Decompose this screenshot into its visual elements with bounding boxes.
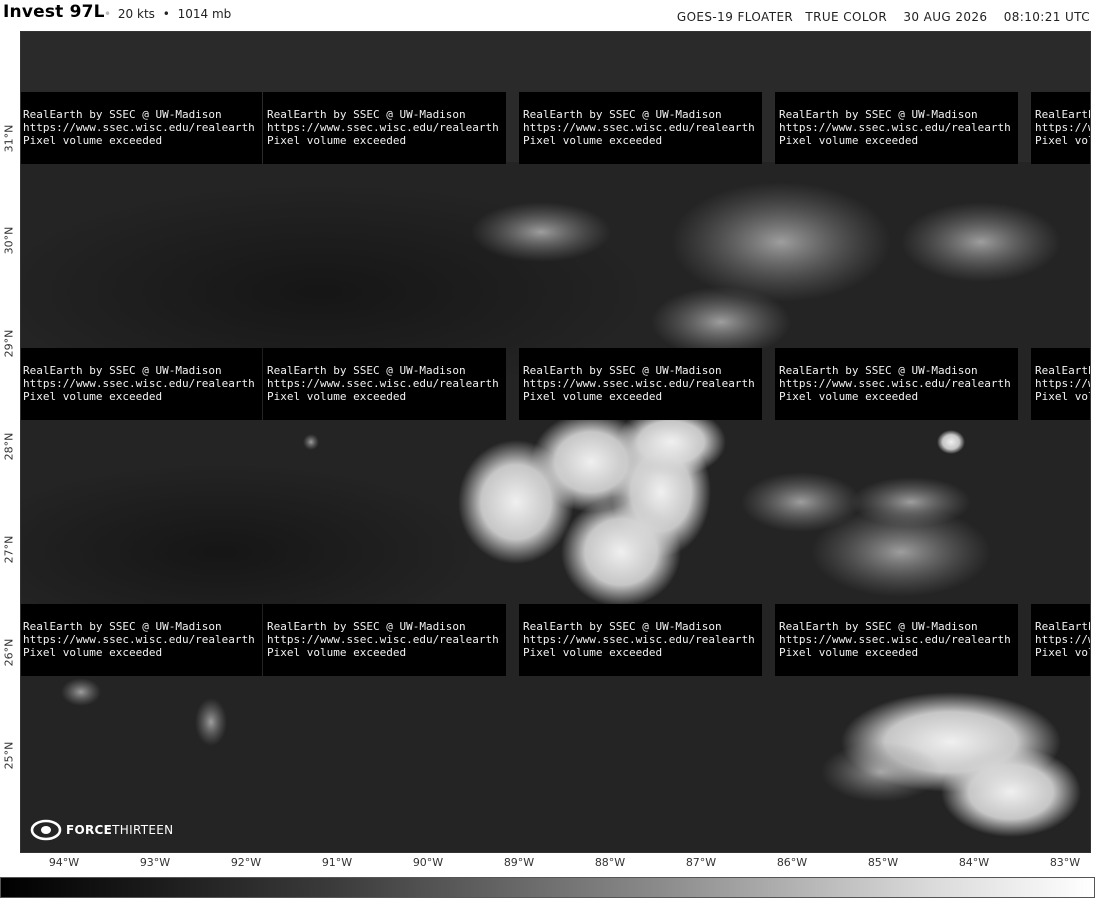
watermark-line2: https://www.ssec.wisc.edu/realearth (23, 377, 255, 390)
watermark-line1: RealEarth by SSEC @ UW-Madison (267, 364, 466, 377)
storm-intensity: • 20 kts • 1014 mb (101, 7, 231, 21)
storm-name: Invest 97L (3, 2, 105, 22)
watermark-line2: https://www.ssec.wisc.edu/realearth (267, 377, 499, 390)
latitude-label: 26°N (2, 638, 16, 667)
watermark-line1: RealEarth by SSEC @ UW-Madison (267, 620, 466, 633)
watermark-line1: RealEarth by SSEC @ UW-Madison (779, 364, 978, 377)
longitude-label: 92°W (230, 856, 262, 869)
realearth-watermark: RealEarth by SSEC @ UW-Madisonhttps://ww… (21, 604, 262, 676)
latitude-label: 29°N (2, 329, 16, 358)
watermark-line2: https://www.ssec.wisc.edu/realearth (267, 633, 499, 646)
watermark-line1: RealEarth by SSEC @ UW-Madison (523, 108, 722, 121)
watermark-line2: https://www.ssec.wisc.edu/realearth (779, 633, 1011, 646)
watermark-line3: Pixel volume exceeded (523, 646, 663, 659)
watermark-line2: https://www.ssec.wisc.edu/realearth (267, 121, 499, 134)
realearth-watermark: RealEarth by SSEC @ UW-Madisonhttps://ww… (263, 604, 506, 676)
wind-speed: 20 kts (117, 7, 155, 21)
watermark-line2: https://www.ssec.wisc.edu/realearth (1035, 121, 1090, 134)
watermark-line3: Pixel volume exceeded (267, 134, 407, 147)
watermark-line1: RealEarth by SSEC @ UW-Madison (23, 364, 222, 377)
separator-dot-icon: • (162, 7, 170, 21)
longitude-label: 93°W (139, 856, 171, 869)
pressure: 1014 mb (177, 7, 232, 21)
watermark-line3: Pixel volume exceeded (1035, 390, 1090, 403)
watermark-line3: Pixel volume exceeded (1035, 134, 1090, 147)
watermark-line3: Pixel volume exceeded (267, 646, 407, 659)
watermark-line2: https://www.ssec.wisc.edu/realearth (23, 121, 255, 134)
header-bar: Invest 97L • 20 kts • 1014 mb GOES-19 FL… (0, 0, 1096, 28)
separator-dot-icon: • (104, 7, 112, 21)
realearth-watermark: RealEarth by SSEC @ UW-Madisonhttps://ww… (519, 92, 762, 164)
watermark-line1: RealEarth by SSEC @ UW-Madison (1035, 108, 1090, 121)
latitude-label: 28°N (2, 432, 16, 461)
watermark-line3: Pixel volume exceeded (523, 390, 663, 403)
realearth-watermark: RealEarth by SSEC @ UW-Madisonhttps://ww… (519, 348, 762, 420)
watermark-line1: RealEarth by SSEC @ UW-Madison (23, 108, 222, 121)
watermark-line3: Pixel volume exceeded (23, 646, 163, 659)
longitude-label: 91°W (321, 856, 353, 869)
watermark-line2: https://www.ssec.wisc.edu/realearth (523, 377, 755, 390)
watermark-line1: RealEarth by SSEC @ UW-Madison (523, 620, 722, 633)
watermark-line2: https://www.ssec.wisc.edu/realearth (779, 377, 1011, 390)
satellite-name: GOES-19 FLOATER (676, 10, 794, 24)
watermark-line3: Pixel volume exceeded (23, 390, 163, 403)
watermark-line3: Pixel volume exceeded (779, 646, 919, 659)
watermark-line2: https://www.ssec.wisc.edu/realearth (523, 121, 755, 134)
watermark-line3: Pixel volume exceeded (267, 390, 407, 403)
longitude-label: 85°W (867, 856, 899, 869)
longitude-label: 83°W (1049, 856, 1081, 869)
watermark-line3: Pixel volume exceeded (779, 134, 919, 147)
watermark-line2: https://www.ssec.wisc.edu/realearth (1035, 633, 1090, 646)
longitude-label: 89°W (503, 856, 535, 869)
watermark-line2: https://www.ssec.wisc.edu/realearth (23, 633, 255, 646)
longitude-label: 87°W (685, 856, 717, 869)
realearth-watermark: RealEarth by SSEC @ UW-Madisonhttps://ww… (775, 348, 1018, 420)
realearth-watermark: RealEarth by SSEC @ UW-Madisonhttps://ww… (263, 348, 506, 420)
logo-text: FORCETHIRTEEN (66, 823, 174, 837)
longitude-label: 90°W (412, 856, 444, 869)
longitude-label: 88°W (594, 856, 626, 869)
longitude-label: 84°W (958, 856, 990, 869)
watermark-line3: Pixel volume exceeded (1035, 646, 1090, 659)
realearth-watermark: RealEarth by SSEC @ UW-Madisonhttps://ww… (775, 604, 1018, 676)
watermark-line2: https://www.ssec.wisc.edu/realearth (523, 633, 755, 646)
satellite-map[interactable]: RealEarth by SSEC @ UW-Madison https://ww… (20, 31, 1091, 853)
product-name: TRUE COLOR (805, 10, 888, 24)
product-info: GOES-19 FLOATER TRUE COLOR 30 AUG 2026 0… (665, 10, 1090, 24)
watermark-line2: https://www.ssec.wisc.edu/realearth (779, 121, 1011, 134)
watermark-line1: RealEarth by SSEC @ UW-Madison (1035, 364, 1090, 377)
watermark-line1: RealEarth by SSEC @ UW-Madison (523, 364, 722, 377)
color-scale-bar (0, 877, 1095, 898)
watermark-line3: Pixel volume exceeded (523, 134, 663, 147)
realearth-watermark: RealEarth by SSEC @ UW-Madisonhttps://ww… (1031, 604, 1090, 676)
longitude-label: 94°W (48, 856, 80, 869)
hurricane-logo-icon (30, 819, 62, 841)
image-time: 08:10:21 UTC (1003, 10, 1090, 24)
watermark-line1: RealEarth by SSEC @ UW-Madison (267, 108, 466, 121)
watermark-line1: RealEarth by SSEC @ UW-Madison (23, 620, 222, 633)
watermark-line2: https://www.ssec.wisc.edu/realearth (1035, 377, 1090, 390)
watermark-line1: RealEarth by SSEC @ UW-Madison (779, 620, 978, 633)
latitude-label: 25°N (2, 741, 16, 770)
latitude-label: 31°N (2, 124, 16, 153)
realearth-watermark: RealEarth by SSEC @ UW-Madisonhttps://ww… (1031, 348, 1090, 420)
realearth-watermark: RealEarth by SSEC @ UW-Madisonhttps://ww… (263, 92, 506, 164)
realearth-watermark: RealEarth by SSEC @ UW-Madisonhttps://ww… (21, 92, 262, 164)
latitude-label: 30°N (2, 226, 16, 255)
realearth-watermark: RealEarth by SSEC @ UW-Madisonhttps://ww… (1031, 92, 1090, 164)
watermark-line1: RealEarth by SSEC @ UW-Madison (1035, 620, 1090, 633)
watermark-line3: Pixel volume exceeded (23, 134, 163, 147)
realearth-watermark: RealEarth by SSEC @ UW-Madisonhttps://ww… (519, 604, 762, 676)
watermark-line1: RealEarth by SSEC @ UW-Madison (779, 108, 978, 121)
image-date: 30 AUG 2026 (903, 10, 988, 24)
latitude-label: 27°N (2, 535, 16, 564)
force-thirteen-logo: FORCETHIRTEEN (30, 819, 173, 841)
realearth-watermark: RealEarth by SSEC @ UW-Madisonhttps://ww… (21, 348, 262, 420)
longitude-label: 86°W (776, 856, 808, 869)
watermark-line3: Pixel volume exceeded (779, 390, 919, 403)
realearth-watermark: RealEarth by SSEC @ UW-Madisonhttps://ww… (775, 92, 1018, 164)
